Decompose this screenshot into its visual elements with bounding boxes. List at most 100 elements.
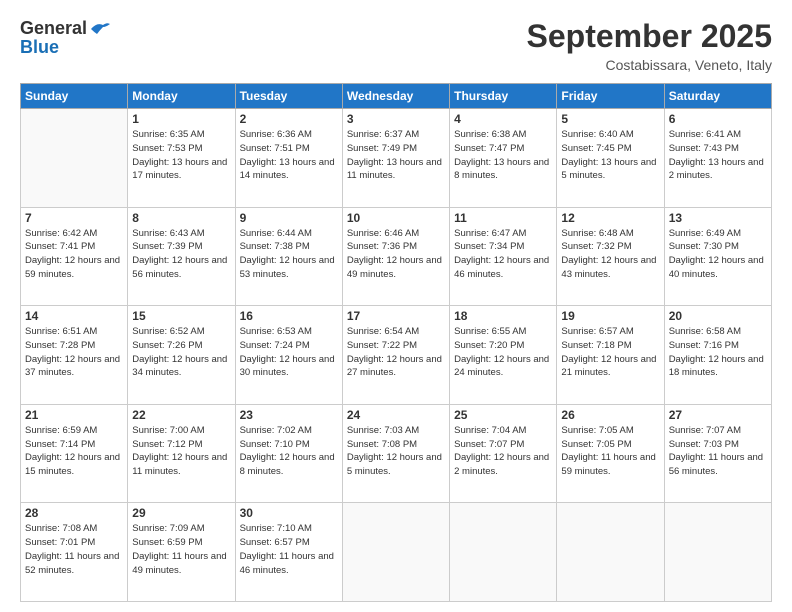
- day-number: 7: [25, 211, 123, 225]
- daylight-text: Daylight: 12 hours and 59 minutes.: [25, 255, 120, 280]
- sunset-text: Sunset: 7:32 PM: [561, 241, 631, 252]
- sunrise-text: Sunrise: 6:37 AM: [347, 129, 419, 140]
- day-number: 8: [132, 211, 230, 225]
- daylight-text: Daylight: 13 hours and 2 minutes.: [669, 157, 764, 182]
- sunset-text: Sunset: 7:10 PM: [240, 439, 310, 450]
- calendar-cell-3-6: 27Sunrise: 7:07 AMSunset: 7:03 PMDayligh…: [664, 404, 771, 503]
- header-monday: Monday: [128, 84, 235, 109]
- sunset-text: Sunset: 7:22 PM: [347, 340, 417, 351]
- calendar-cell-3-0: 21Sunrise: 6:59 AMSunset: 7:14 PMDayligh…: [21, 404, 128, 503]
- sunset-text: Sunset: 7:47 PM: [454, 143, 524, 154]
- day-info: Sunrise: 6:59 AMSunset: 7:14 PMDaylight:…: [25, 424, 123, 479]
- sunrise-text: Sunrise: 7:03 AM: [347, 425, 419, 436]
- calendar-cell-1-2: 9Sunrise: 6:44 AMSunset: 7:38 PMDaylight…: [235, 207, 342, 306]
- day-number: 20: [669, 309, 767, 323]
- day-number: 22: [132, 408, 230, 422]
- sunset-text: Sunset: 7:34 PM: [454, 241, 524, 252]
- day-info: Sunrise: 6:37 AMSunset: 7:49 PMDaylight:…: [347, 128, 445, 183]
- daylight-text: Daylight: 12 hours and 30 minutes.: [240, 354, 335, 379]
- day-info: Sunrise: 6:54 AMSunset: 7:22 PMDaylight:…: [347, 325, 445, 380]
- calendar-cell-0-0: [21, 109, 128, 208]
- sunrise-text: Sunrise: 6:41 AM: [669, 129, 741, 140]
- calendar-cell-2-2: 16Sunrise: 6:53 AMSunset: 7:24 PMDayligh…: [235, 306, 342, 405]
- calendar-cell-2-6: 20Sunrise: 6:58 AMSunset: 7:16 PMDayligh…: [664, 306, 771, 405]
- day-number: 14: [25, 309, 123, 323]
- daylight-text: Daylight: 12 hours and 46 minutes.: [454, 255, 549, 280]
- sunrise-text: Sunrise: 6:49 AM: [669, 228, 741, 239]
- day-number: 15: [132, 309, 230, 323]
- sunset-text: Sunset: 7:39 PM: [132, 241, 202, 252]
- header-thursday: Thursday: [450, 84, 557, 109]
- daylight-text: Daylight: 11 hours and 46 minutes.: [240, 551, 334, 576]
- header-sunday: Sunday: [21, 84, 128, 109]
- daylight-text: Daylight: 12 hours and 43 minutes.: [561, 255, 656, 280]
- sunrise-text: Sunrise: 7:05 AM: [561, 425, 633, 436]
- calendar-cell-1-4: 11Sunrise: 6:47 AMSunset: 7:34 PMDayligh…: [450, 207, 557, 306]
- day-number: 23: [240, 408, 338, 422]
- sunrise-text: Sunrise: 6:46 AM: [347, 228, 419, 239]
- calendar-cell-4-0: 28Sunrise: 7:08 AMSunset: 7:01 PMDayligh…: [21, 503, 128, 602]
- calendar-cell-1-1: 8 Sunrise: 6:43 AMSunset: 7:39 PMDaylight…: [128, 207, 235, 306]
- daylight-text: Daylight: 11 hours and 59 minutes.: [561, 452, 655, 477]
- calendar-cell-0-5: 5Sunrise: 6:40 AMSunset: 7:45 PMDaylight…: [557, 109, 664, 208]
- header-saturday: Saturday: [664, 84, 771, 109]
- sunrise-text: Sunrise: 7:10 AM: [240, 523, 312, 534]
- day-info: Sunrise: 7:08 AMSunset: 7:01 PMDaylight:…: [25, 522, 123, 577]
- daylight-text: Daylight: 12 hours and 18 minutes.: [669, 354, 764, 379]
- daylight-text: Daylight: 13 hours and 11 minutes.: [347, 157, 442, 182]
- sunrise-text: Sunrise: 6:38 AM: [454, 129, 526, 140]
- sunrise-text: Sunrise: 7:00 AM: [132, 425, 204, 436]
- sunset-text: Sunset: 7:01 PM: [25, 537, 95, 548]
- day-info: Sunrise: 6:36 AM Sunset: 7:51 PM Daylight:…: [240, 128, 338, 183]
- sunset-text: Sunset: 7:30 PM: [669, 241, 739, 252]
- daylight-text: Daylight: 12 hours and 2 minutes.: [454, 452, 549, 477]
- sunrise-text: Sunrise: 6:36 AM: [240, 129, 312, 140]
- day-number: 26: [561, 408, 659, 422]
- sunrise-text: Sunrise: 6:48 AM: [561, 228, 633, 239]
- day-info: Sunrise: 7:00 AMSunset: 7:12 PMDaylight:…: [132, 424, 230, 479]
- sunset-text: Sunset: 7:51 PM: [240, 143, 310, 154]
- calendar-cell-2-4: 18Sunrise: 6:55 AMSunset: 7:20 PMDayligh…: [450, 306, 557, 405]
- week-row-4: 21Sunrise: 6:59 AMSunset: 7:14 PMDayligh…: [21, 404, 772, 503]
- sunrise-text: Sunrise: 6:35 AM: [132, 129, 204, 140]
- daylight-text: Daylight: 13 hours and 14 minutes.: [240, 157, 335, 182]
- calendar-cell-3-2: 23 Sunrise: 7:02 AM Sunset: 7:10 PM Dayligh…: [235, 404, 342, 503]
- daylight-text: Daylight: 12 hours and 49 minutes.: [347, 255, 442, 280]
- sunrise-text: Sunrise: 6:59 AM: [25, 425, 97, 436]
- weekday-header-row: Sunday Monday Tuesday Wednesday Thursday…: [21, 84, 772, 109]
- day-info: Sunrise: 6:42 AMSunset: 7:41 PMDaylight:…: [25, 227, 123, 282]
- day-info: Sunrise: 6:43 AMSunset: 7:39 PMDaylight:…: [132, 227, 230, 282]
- day-number: 1: [132, 112, 230, 126]
- header-wednesday: Wednesday: [342, 84, 449, 109]
- calendar-cell-2-3: 17Sunrise: 6:54 AMSunset: 7:22 PMDayligh…: [342, 306, 449, 405]
- week-row-1: 1Sunrise: 6:35 AMSunset: 7:53 PMDaylight…: [21, 109, 772, 208]
- calendar-cell-2-5: 19Sunrise: 6:57 AMSunset: 7:18 PMDayligh…: [557, 306, 664, 405]
- day-number: 29: [132, 506, 230, 520]
- day-info: Sunrise: 7:04 AMSunset: 7:07 PMDaylight:…: [454, 424, 552, 479]
- sunrise-text: Sunrise: 7:09 AM: [132, 523, 204, 534]
- daylight-text: Daylight: 12 hours and 8 minutes.: [240, 452, 335, 477]
- page: General Blue September 2025 Costabissara…: [0, 0, 792, 612]
- calendar-cell-3-3: 24Sunrise: 7:03 AMSunset: 7:08 PMDayligh…: [342, 404, 449, 503]
- week-row-2: 7 Sunrise: 6:42 AMSunset: 7:41 PMDaylight…: [21, 207, 772, 306]
- calendar-cell-4-5: [557, 503, 664, 602]
- daylight-text: Daylight: 13 hours and 17 minutes.: [132, 157, 227, 182]
- week-row-3: 14Sunrise: 6:51 AMSunset: 7:28 PMDayligh…: [21, 306, 772, 405]
- calendar-cell-2-1: 15Sunrise: 6:52 AMSunset: 7:26 PMDayligh…: [128, 306, 235, 405]
- daylight-text: Daylight: 12 hours and 34 minutes.: [132, 354, 227, 379]
- day-info: Sunrise: 6:55 AMSunset: 7:20 PMDaylight:…: [454, 325, 552, 380]
- day-info: Sunrise: 6:44 AMSunset: 7:38 PMDaylight:…: [240, 227, 338, 282]
- daylight-text: Daylight: 13 hours and 8 minutes.: [454, 157, 549, 182]
- calendar-cell-1-6: 13Sunrise: 6:49 AMSunset: 7:30 PMDayligh…: [664, 207, 771, 306]
- day-info: Sunrise: 6:41 AMSunset: 7:43 PMDaylight:…: [669, 128, 767, 183]
- day-number: 16: [240, 309, 338, 323]
- sunset-text: Sunset: 7:14 PM: [25, 439, 95, 450]
- sunset-text: Sunset: 6:57 PM: [240, 537, 310, 548]
- day-number: 6: [669, 112, 767, 126]
- calendar-table: Sunday Monday Tuesday Wednesday Thursday…: [20, 83, 772, 602]
- day-number: 13: [669, 211, 767, 225]
- daylight-text: Daylight: 12 hours and 5 minutes.: [347, 452, 442, 477]
- sunrise-text: Sunrise: 7:02 AM: [240, 425, 312, 436]
- day-number: 24: [347, 408, 445, 422]
- calendar-cell-3-4: 25Sunrise: 7:04 AMSunset: 7:07 PMDayligh…: [450, 404, 557, 503]
